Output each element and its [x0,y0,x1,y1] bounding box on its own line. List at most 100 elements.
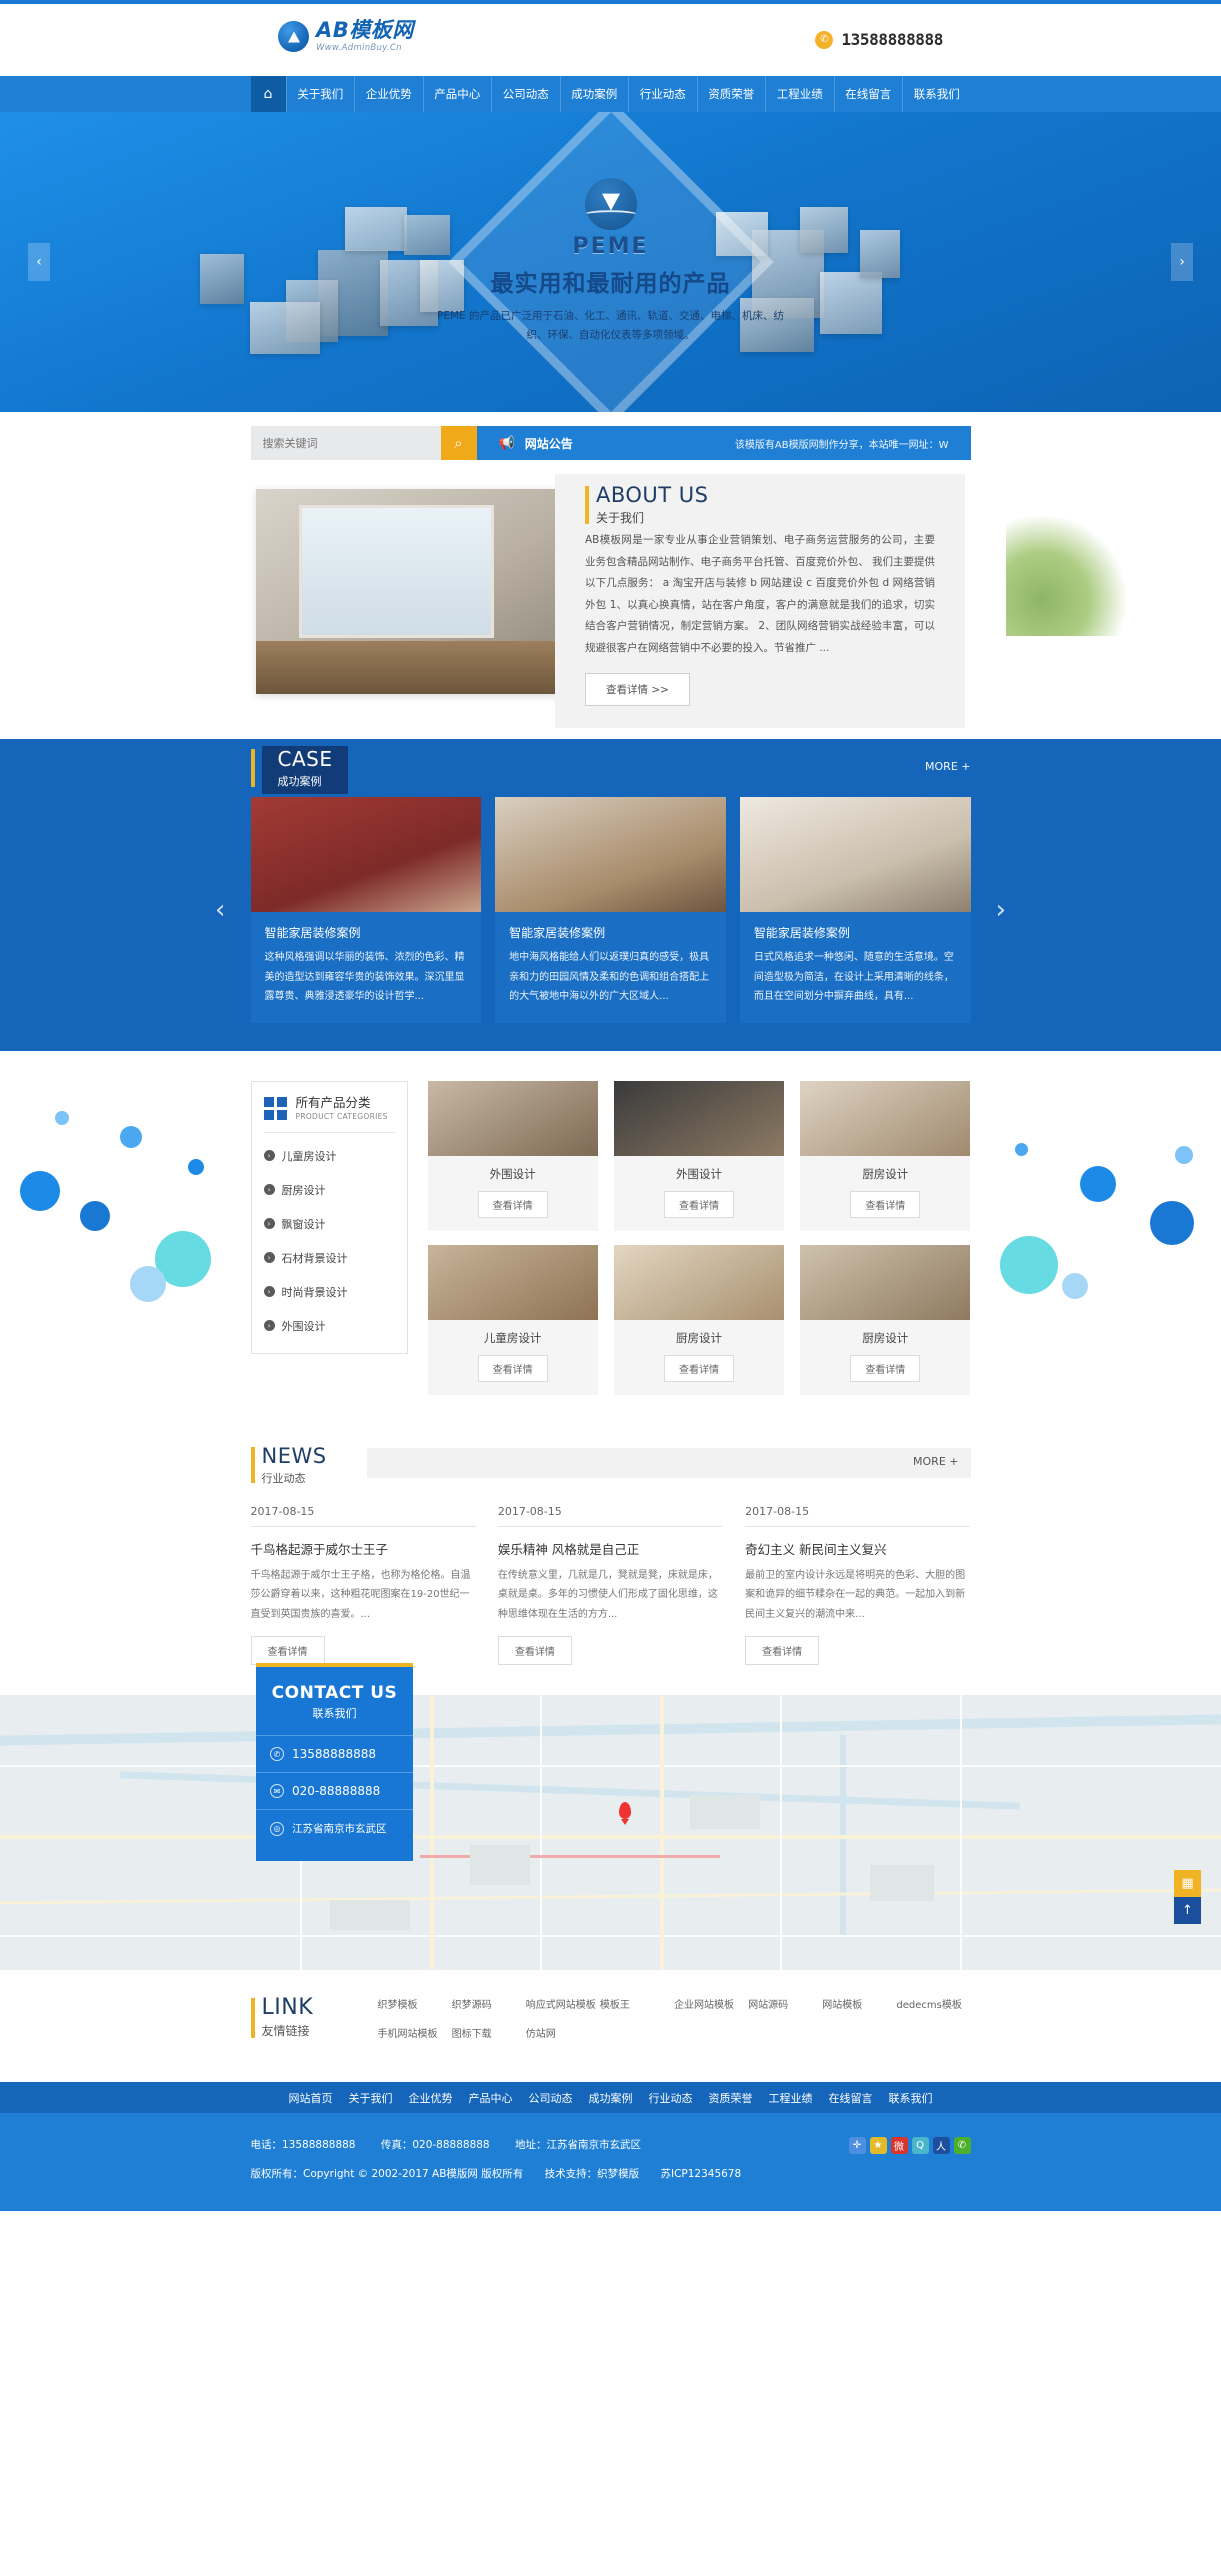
site-notice: 📢 网站公告 该模版有AB模版网制作分享，本站唯一网址：W [476,426,971,460]
qr-code-icon[interactable]: ▦ [1174,1870,1201,1897]
case-prev-arrow[interactable]: ‹ [215,895,225,925]
renren-icon[interactable]: 人 [932,2137,950,2154]
friendly-link[interactable]: 网站模板 [822,1996,896,2011]
friendly-link[interactable]: 模板王 [600,1996,674,2011]
footer-nav-home[interactable]: 网站首页 [289,2090,333,2106]
category-label: 外围设计 [281,1319,326,1333]
product-card[interactable]: 外围设计 查看详情 [613,1080,785,1231]
case-card[interactable]: 智能家居装修案例 地中海风格能给人们以返璞归真的感受，极具亲和力的田园风情及柔和… [495,797,726,1023]
chevron-right-icon: › [263,1184,275,1196]
share-icon[interactable]: ✛ [848,2137,866,2154]
product-name: 厨房设计 [675,1330,722,1345]
nav-item-about[interactable]: 关于我们 [287,76,355,112]
friendly-link[interactable]: 图标下载 [452,2025,526,2040]
site-logo[interactable]: AB模板网 Www.AdminBuy.Cn [278,20,414,53]
search-input[interactable] [250,426,441,460]
category-item-kitchen[interactable]: › 厨房设计 [252,1173,407,1207]
case-card[interactable]: 智能家居装修案例 这种风格强调以华丽的装饰、浓烈的色彩、精美的造型达到雍容华贵的… [250,797,482,1023]
news-item[interactable]: 2017-08-15 娱乐精神 风格就是自己正 在传统意义里，几就是几，凳就是凳… [497,1505,724,1665]
product-detail-button[interactable]: 查看详情 [477,1354,548,1382]
footer-nav-contact[interactable]: 联系我们 [889,2090,933,2106]
footer-nav-about[interactable]: 关于我们 [349,2090,393,2106]
product-category-box: 所有产品分类 PRODUCT CATEGORIES › 儿童房设计 › 厨房设计 [250,1080,408,1354]
product-image [427,1080,598,1156]
wechat-icon[interactable]: ✆ [953,2137,971,2154]
chevron-right-icon: › [263,1286,275,1298]
favorite-icon[interactable]: ★ [869,2137,887,2154]
nav-item-advantage[interactable]: 企业优势 [355,76,424,112]
case-image [250,797,482,912]
nav-item-industry-news[interactable]: 行业动态 [629,76,698,112]
friendly-link[interactable]: 仿站网 [526,2025,600,2040]
product-detail-button[interactable]: 查看详情 [663,1354,734,1382]
case-card[interactable]: 智能家居装修案例 日式风格追求一种悠闲、随意的生活意境。空间造型极为简洁，在设计… [739,797,971,1023]
product-card[interactable]: 儿童房设计 查看详情 [427,1244,598,1395]
product-image [800,1244,971,1320]
product-card[interactable]: 厨房设计 查看详情 [800,1244,971,1395]
news-detail-button[interactable]: 查看详情 [497,1636,572,1665]
products-section: 所有产品分类 PRODUCT CATEGORIES › 儿童房设计 › 厨房设计 [0,1050,1221,1435]
news-description: 千鸟格起源于威尔士王子格，也称为格伦格。自温莎公爵穿着以来，这种粗花呢图案在19… [250,1569,471,1620]
qzone-icon[interactable]: Q [911,2137,929,2154]
product-detail-button[interactable]: 查看详情 [850,1354,921,1382]
nav-item-projects[interactable]: 工程业绩 [766,76,835,112]
news-item[interactable]: 2017-08-15 奇幻主义 新民间主义复兴 最前卫的室内设计永远是将明亮的色… [745,1505,971,1665]
footer-nav-cases[interactable]: 成功案例 [589,2090,633,2106]
product-card[interactable]: 外围设计 查看详情 [427,1080,598,1231]
location-map[interactable] [0,1695,1221,1970]
contact-fax: 020-88888888 [292,1784,381,1798]
friendly-link[interactable]: 手机网站模板 [378,2025,452,2040]
search-icon[interactable]: ⌕ [440,426,477,460]
category-item-stone-background[interactable]: › 石材背景设计 [252,1241,407,1275]
friendly-link[interactable]: 企业网站模板 [674,1996,748,2011]
footer-nav-advantage[interactable]: 企业优势 [409,2090,453,2106]
banner-headline: 最实用和最耐用的产品 [490,271,731,298]
friendly-link[interactable]: 织梦源码 [452,1996,526,2011]
category-item-fashion-background[interactable]: › 时尚背景设计 [252,1275,407,1309]
banner-brand: PEME [572,234,649,260]
category-item-kids-room[interactable]: › 儿童房设计 [252,1139,407,1173]
footer-nav-projects[interactable]: 工程业绩 [769,2090,813,2106]
about-detail-button[interactable]: 查看详情 >> [585,673,690,707]
nav-item-contact[interactable]: 联系我们 [903,76,971,112]
footer-nav-honors[interactable]: 资质荣誉 [709,2090,753,2106]
case-more-link[interactable]: MORE + [925,760,970,773]
footer-nav-industry-news[interactable]: 行业动态 [649,2090,693,2106]
product-detail-button[interactable]: 查看详情 [850,1190,921,1218]
friendly-link[interactable]: 网站源码 [748,1996,822,2011]
nav-item-message[interactable]: 在线留言 [835,76,903,112]
category-item-bay-window[interactable]: › 飘窗设计 [252,1207,407,1241]
product-detail-button[interactable]: 查看详情 [663,1190,734,1218]
friendly-link[interactable]: dedecms模板 [896,1996,970,2011]
nav-item-products[interactable]: 产品中心 [424,76,492,112]
product-card[interactable]: 厨房设计 查看详情 [800,1080,971,1231]
friendly-link[interactable]: 响应式网站模板 [526,1996,600,2011]
leaf-decoration [1006,516,1126,636]
product-detail-button[interactable]: 查看详情 [477,1190,548,1218]
footer-nav-company-news[interactable]: 公司动态 [529,2090,573,2106]
case-next-arrow[interactable]: › [996,895,1006,925]
banner-prev-arrow[interactable]: ‹ [28,243,50,281]
category-label: 时尚背景设计 [281,1285,348,1299]
news-more-link[interactable]: MORE + [913,1455,958,1468]
product-name: 外围设计 [489,1166,536,1181]
footer-nav-message[interactable]: 在线留言 [829,2090,873,2106]
friendly-link[interactable]: 织梦模板 [378,1996,452,2011]
news-item[interactable]: 2017-08-15 千鸟格起源于威尔士王子 千鸟格起源于威尔士王子格，也称为格… [250,1505,476,1665]
social-share-bar: ✛ ★ 微 Q 人 ✆ [848,2137,971,2154]
category-item-exterior[interactable]: › 外围设计 [252,1309,407,1343]
footer-nav-products[interactable]: 产品中心 [469,2090,513,2106]
weibo-icon[interactable]: 微 [890,2137,908,2154]
about-card: ABOUT US 关于我们 AB模板网是一家专业从事企业营销策划、电子商务运营服… [555,474,965,729]
news-detail-button[interactable]: 查看详情 [250,1636,325,1665]
nav-item-cases[interactable]: 成功案例 [561,76,629,112]
nav-home-icon[interactable]: ⌂ [250,76,287,112]
product-name: 厨房设计 [862,1330,909,1345]
arrow-up-icon[interactable]: ↑ [1174,1897,1201,1924]
contact-address-row: ◎ 江苏省南京市玄武区 [256,1809,413,1847]
nav-item-company-news[interactable]: 公司动态 [492,76,561,112]
product-card[interactable]: 厨房设计 查看详情 [613,1244,785,1395]
news-detail-button[interactable]: 查看详情 [745,1636,820,1665]
nav-item-honors[interactable]: 资质荣誉 [698,76,766,112]
banner-next-arrow[interactable]: › [1171,243,1193,281]
